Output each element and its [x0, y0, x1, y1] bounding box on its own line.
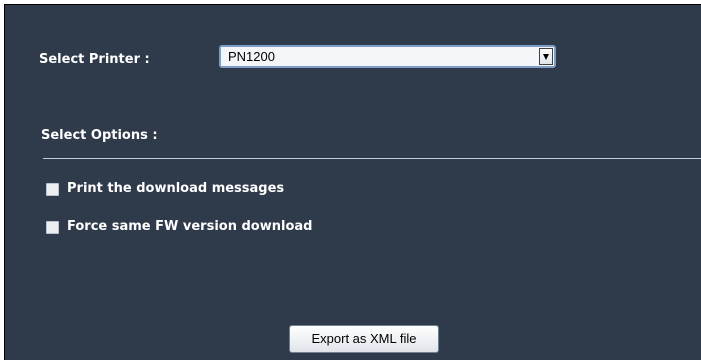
select-printer-label: Select Printer : — [39, 52, 150, 67]
print-download-messages-checkbox[interactable] — [46, 183, 59, 196]
select-options-label: Select Options : — [41, 128, 158, 143]
divider — [43, 158, 701, 159]
window-frame: Select Printer : PN1200 Select Options :… — [0, 0, 701, 360]
printer-select[interactable]: PN1200 — [219, 45, 556, 68]
printer-select-value: PN1200 — [228, 49, 275, 64]
export-xml-button[interactable]: Export as XML file — [289, 325, 439, 353]
force-same-fw-checkbox[interactable] — [46, 221, 59, 234]
options-panel: Select Printer : PN1200 Select Options :… — [4, 4, 701, 360]
print-download-messages-label[interactable]: Print the download messages — [67, 181, 284, 196]
force-same-fw-label[interactable]: Force same FW version download — [67, 219, 312, 234]
chevron-down-icon[interactable] — [539, 48, 553, 65]
